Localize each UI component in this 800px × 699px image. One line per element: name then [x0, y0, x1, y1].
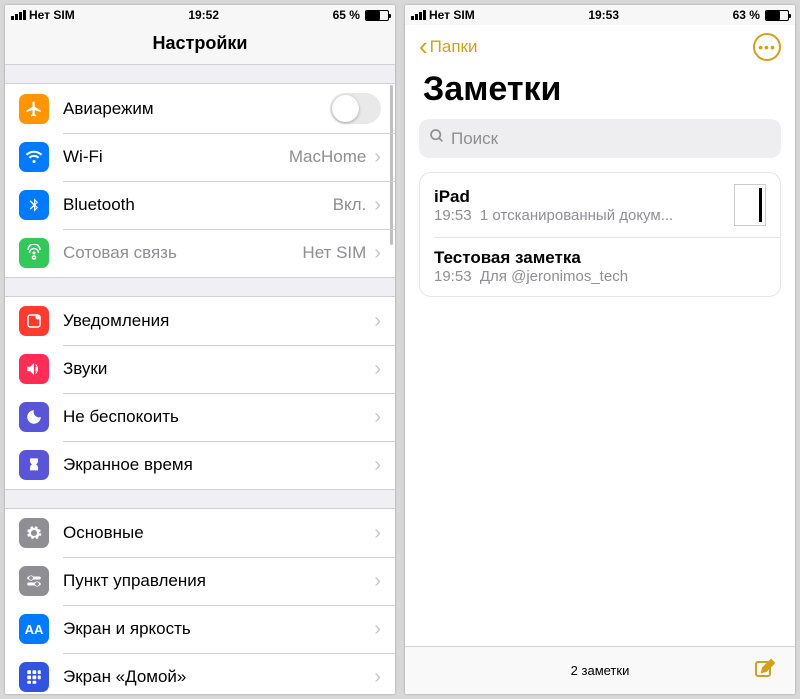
wifi-icon [19, 142, 49, 172]
signal-icon [411, 10, 426, 20]
airplane-icon [19, 94, 49, 124]
note-item[interactable]: Тестовая заметка 19:53 Для @jeronimos_te… [420, 237, 780, 296]
row-label: Экран и яркость [63, 619, 374, 639]
back-button[interactable]: ‹ Папки [419, 31, 477, 62]
chevron-right-icon: › [374, 570, 381, 593]
chevron-right-icon: › [374, 194, 381, 217]
battery-icon [365, 10, 389, 21]
row-notifications[interactable]: Уведомления › [5, 297, 395, 345]
homescreen-icon [19, 662, 49, 692]
note-subtitle: 19:53 Для @jeronimos_tech [434, 268, 766, 285]
row-label: Звуки [63, 359, 374, 379]
page-title: Заметки [405, 68, 795, 119]
row-label: Уведомления [63, 311, 374, 331]
compose-button[interactable] [753, 657, 777, 684]
notes-list-container: iPad 19:53 1 отсканированный докум... Те… [405, 172, 795, 646]
row-general[interactable]: Основные › [5, 509, 395, 557]
settings-screen: Нет SIM 19:52 65 % Настройки Авиарежим W… [5, 5, 395, 694]
row-value: Нет SIM [302, 243, 366, 263]
bluetooth-icon [19, 190, 49, 220]
row-label: Пункт управления [63, 571, 374, 591]
row-airplane[interactable]: Авиарежим [5, 84, 395, 133]
row-label: Основные [63, 523, 374, 543]
airplane-switch[interactable] [330, 93, 381, 124]
row-label: Сотовая связь [63, 243, 302, 263]
carrier-label: Нет SIM [29, 8, 75, 22]
cellular-icon [19, 238, 49, 268]
search-input[interactable]: Поиск [419, 119, 781, 158]
status-bar: Нет SIM 19:52 65 % [5, 5, 395, 25]
status-bar: Нет SIM 19:53 63 % [405, 5, 795, 25]
chevron-right-icon: › [374, 406, 381, 429]
page-title: Настройки [5, 25, 395, 65]
row-bluetooth[interactable]: Bluetooth Вкл. › [5, 181, 395, 229]
notes-count: 2 заметки [571, 663, 630, 678]
settings-group-connectivity: Авиарежим Wi-Fi MacHome › Bluetooth Вкл.… [5, 83, 395, 278]
settings-group-alerts: Уведомления › Звуки › Не беспокоить › [5, 296, 395, 490]
chevron-right-icon: › [374, 666, 381, 689]
note-title: Тестовая заметка [434, 248, 766, 268]
clock: 19:53 [588, 8, 619, 22]
chevron-right-icon: › [374, 358, 381, 381]
bottom-toolbar: 2 заметки [405, 646, 795, 694]
chevron-right-icon: › [374, 146, 381, 169]
note-thumbnail [734, 184, 766, 226]
row-value: Вкл. [333, 195, 367, 215]
dnd-icon [19, 402, 49, 432]
chevron-right-icon: › [374, 310, 381, 333]
back-label: Папки [430, 37, 478, 57]
chevron-right-icon: › [374, 454, 381, 477]
row-homescreen[interactable]: Экран «Домой» › [5, 653, 395, 694]
screentime-icon [19, 450, 49, 480]
row-label: Не беспокоить [63, 407, 374, 427]
clock: 19:52 [188, 8, 219, 22]
ellipsis-icon: ••• [758, 39, 776, 55]
chevron-left-icon: ‹ [419, 31, 428, 62]
sounds-icon [19, 354, 49, 384]
search-icon [429, 128, 445, 149]
controlcenter-icon [19, 566, 49, 596]
note-title: iPad [434, 187, 724, 207]
row-sounds[interactable]: Звуки › [5, 345, 395, 393]
notes-list: iPad 19:53 1 отсканированный докум... Те… [419, 172, 781, 297]
row-label: Экранное время [63, 455, 374, 475]
display-icon: AA [19, 614, 49, 644]
row-label: Wi-Fi [63, 147, 289, 167]
row-label: Bluetooth [63, 195, 333, 215]
row-controlcenter[interactable]: Пункт управления › [5, 557, 395, 605]
search-placeholder: Поиск [451, 129, 498, 149]
chevron-right-icon: › [374, 618, 381, 641]
chevron-right-icon: › [374, 242, 381, 265]
row-screentime[interactable]: Экранное время › [5, 441, 395, 489]
settings-list[interactable]: Авиарежим Wi-Fi MacHome › Bluetooth Вкл.… [5, 65, 395, 694]
battery-icon [765, 10, 789, 21]
row-wifi[interactable]: Wi-Fi MacHome › [5, 133, 395, 181]
chevron-right-icon: › [374, 522, 381, 545]
notes-screen: Нет SIM 19:53 63 % ‹ Папки ••• Заметки П… [405, 5, 795, 694]
more-button[interactable]: ••• [753, 33, 781, 61]
gear-icon [19, 518, 49, 548]
row-cellular[interactable]: Сотовая связь Нет SIM › [5, 229, 395, 277]
row-value: MacHome [289, 147, 366, 167]
nav-bar: ‹ Папки ••• [405, 25, 795, 68]
note-subtitle: 19:53 1 отсканированный докум... [434, 207, 724, 224]
row-label: Экран «Домой» [63, 667, 374, 687]
row-label: Авиарежим [63, 99, 330, 119]
settings-group-general: Основные › Пункт управления › AA Экран и… [5, 508, 395, 694]
battery-pct: 65 % [333, 8, 360, 22]
notifications-icon [19, 306, 49, 336]
carrier-label: Нет SIM [429, 8, 475, 22]
signal-icon [11, 10, 26, 20]
row-dnd[interactable]: Не беспокоить › [5, 393, 395, 441]
row-display[interactable]: AA Экран и яркость › [5, 605, 395, 653]
note-item[interactable]: iPad 19:53 1 отсканированный докум... [420, 173, 780, 237]
battery-pct: 63 % [733, 8, 760, 22]
